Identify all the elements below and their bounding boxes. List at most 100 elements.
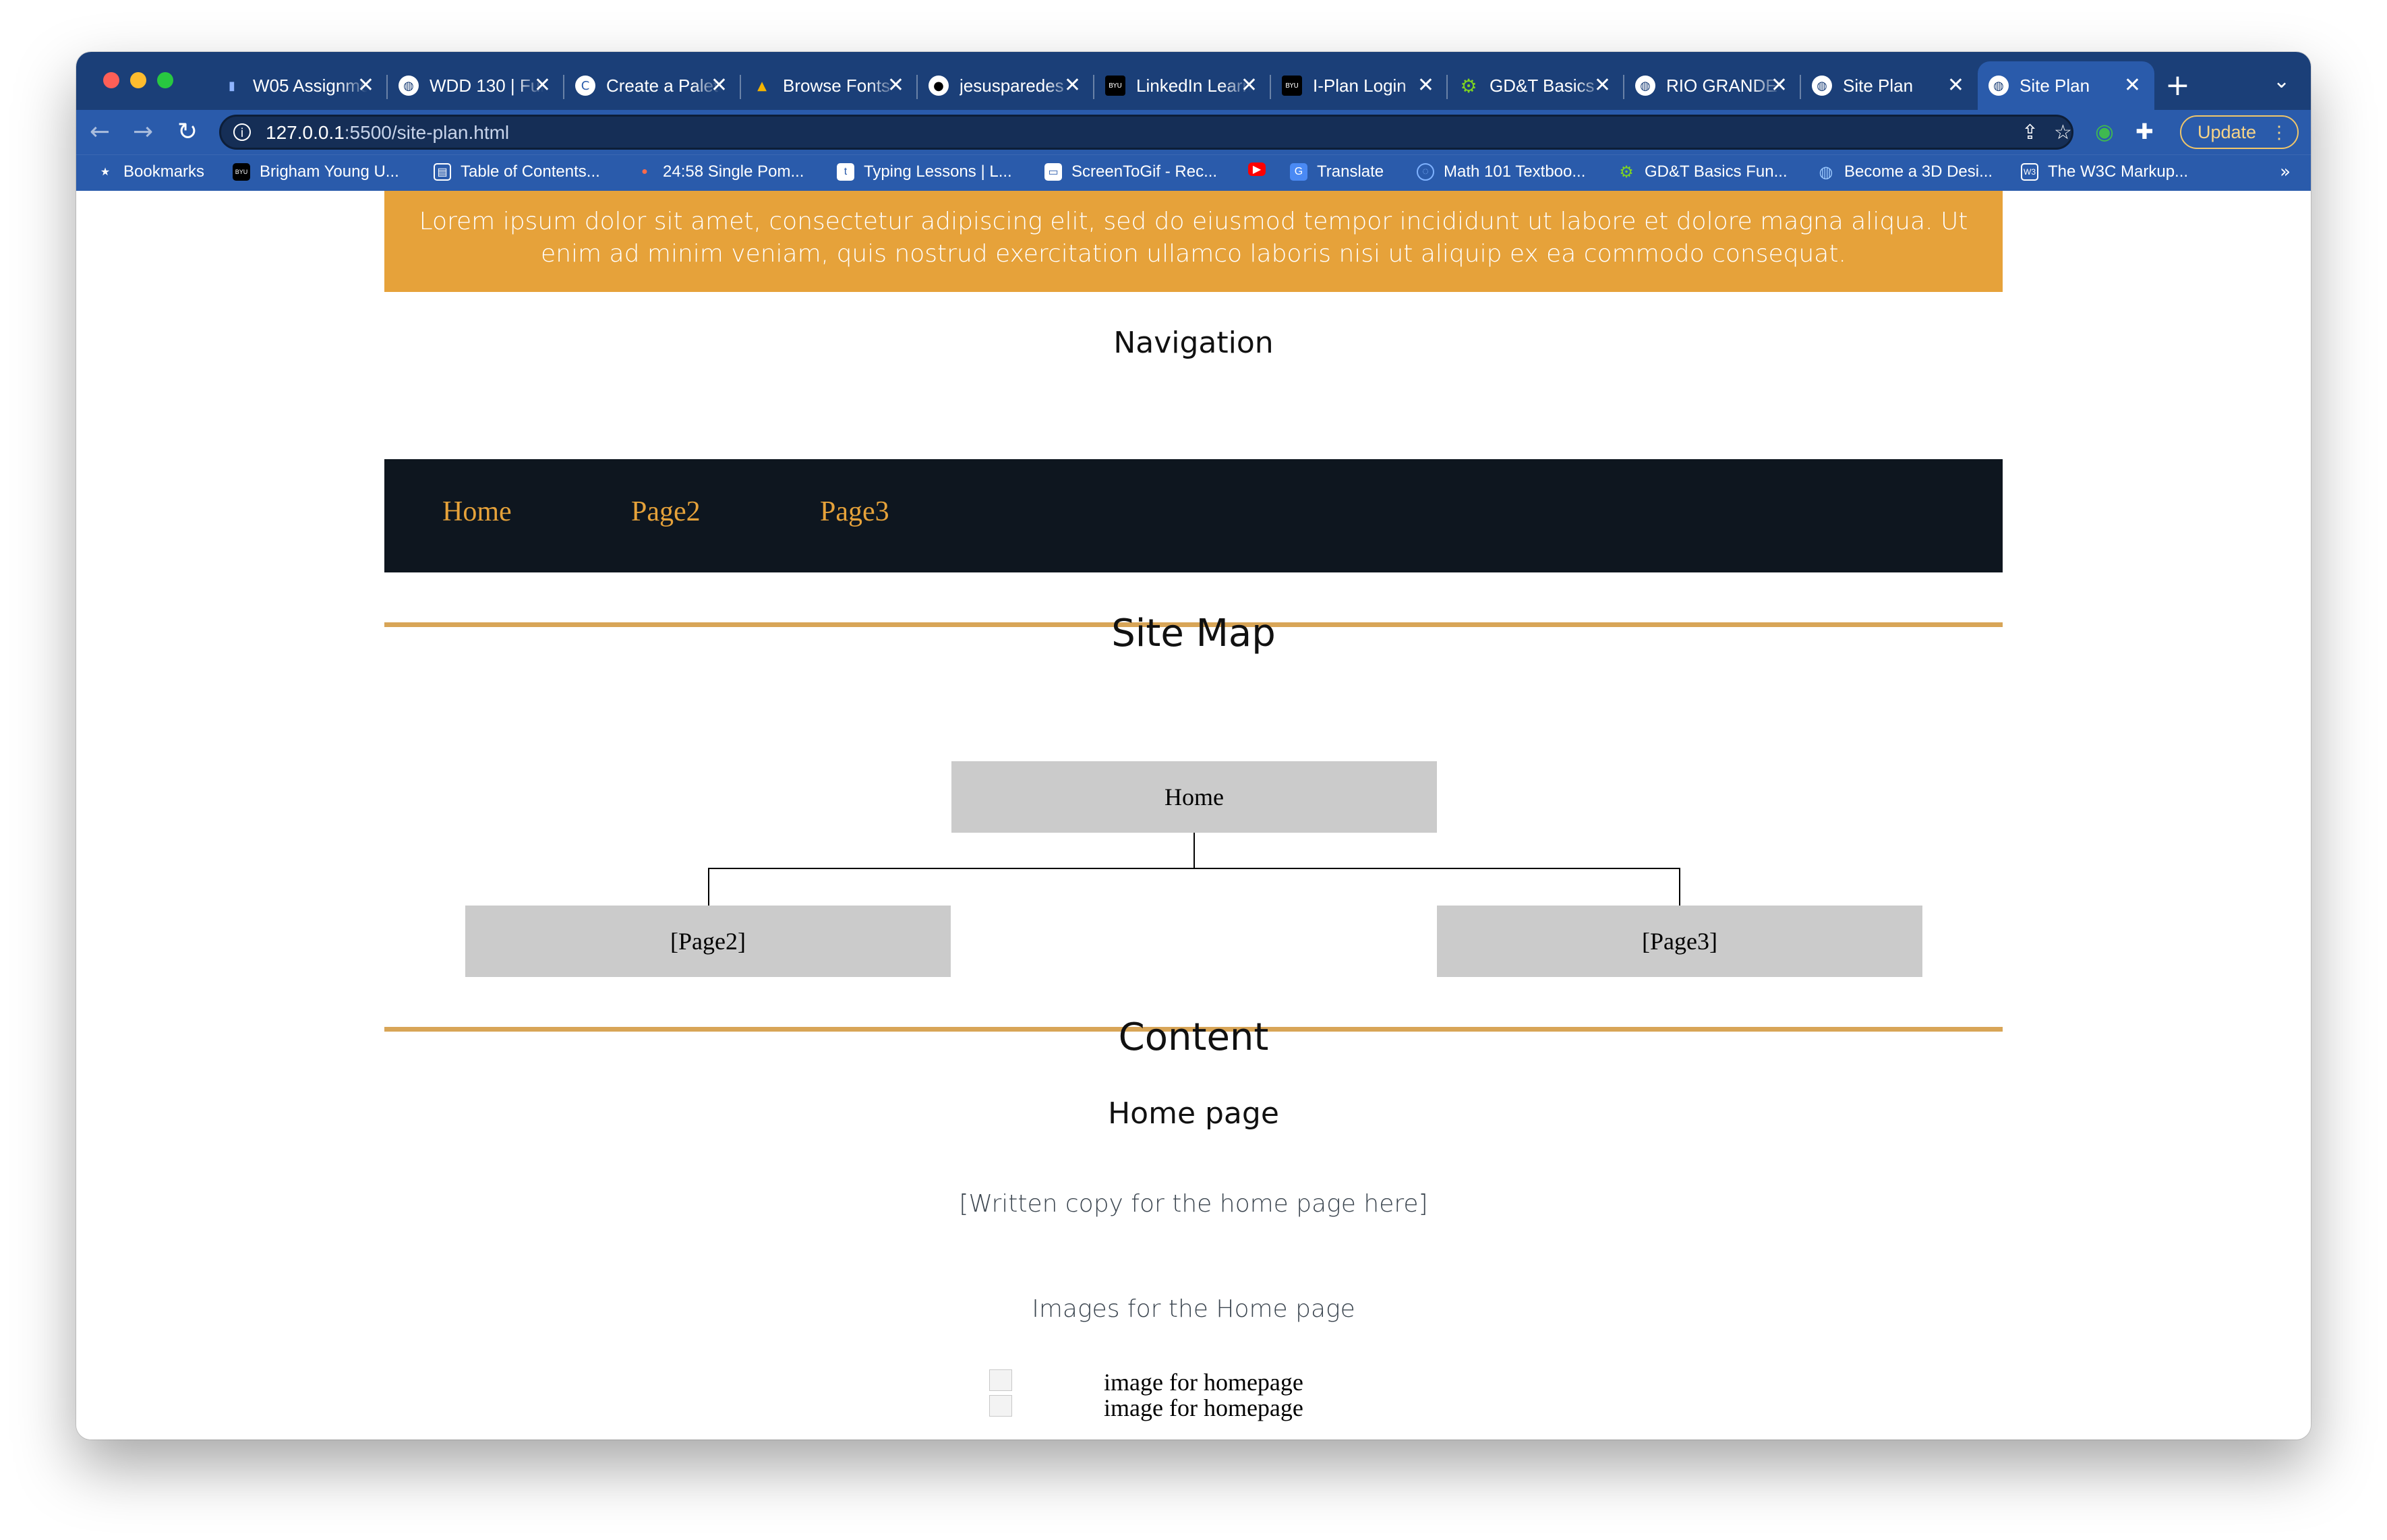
tab-iplan-login[interactable]: BYU I-Plan Login ✕: [1271, 61, 1448, 110]
sitemap-page2-box: [Page2]: [465, 906, 951, 977]
tab-title: LinkedIn Learning: [1136, 75, 1251, 96]
tab-title: Site Plan: [1843, 75, 1914, 96]
translate-icon: G: [1290, 163, 1307, 181]
tab-browse-fonts[interactable]: ▲ Browse Fonts ✕: [741, 61, 918, 110]
sitemap-page3-box: [Page3]: [1437, 906, 1922, 977]
minimize-window-button[interactable]: [130, 72, 146, 88]
sitemap-connector: [708, 868, 709, 906]
update-button[interactable]: Update ⋮: [2180, 115, 2299, 149]
extensions-icon[interactable]: ✚: [2135, 118, 2154, 145]
tab-title: Create a Palette: [606, 75, 721, 96]
tomato-icon: ●: [641, 166, 648, 177]
close-icon[interactable]: ✕: [357, 73, 374, 98]
bookmark-item[interactable]: ◌ Math 101 Textboo...: [1417, 162, 1585, 181]
browser-window: ▮ W05 Assignment ✕ ◍ WDD 130 | Fund ✕ C …: [76, 52, 2311, 1440]
close-icon[interactable]: ✕: [534, 73, 551, 98]
close-icon[interactable]: ✕: [1771, 73, 1788, 98]
grammarly-icon[interactable]: ◉: [2095, 118, 2114, 145]
tab-github[interactable]: ● jesusparedes ✕: [918, 61, 1094, 110]
tab-title: W05 Assignment: [253, 75, 367, 96]
byu-icon: BYU: [1282, 76, 1302, 96]
byu-icon: BYU: [1105, 76, 1125, 96]
back-button[interactable]: ←: [90, 115, 110, 149]
nav-link-page2[interactable]: Page2: [631, 496, 701, 528]
tab-create-palette[interactable]: C Create a Palette ✕: [564, 61, 741, 110]
github-icon: ●: [929, 76, 949, 96]
chart-icon: ▮: [229, 78, 235, 93]
bookmark-item[interactable]: ⚙ GD&T Basics Fun...: [1618, 162, 1787, 181]
bookmark-item[interactable]: t Typing Lessons | L...: [837, 162, 1012, 181]
close-icon[interactable]: ✕: [1241, 73, 1258, 98]
address-bar[interactable]: i 127.0.0.1:5500/site-plan.html ⇪ ☆: [219, 115, 2073, 150]
broken-image-icon: [989, 1395, 1012, 1417]
byu-icon: BYU: [233, 163, 250, 181]
home-page-heading: Home page: [1108, 1096, 1279, 1131]
nav-link-home[interactable]: Home: [442, 496, 512, 528]
tab-title: RIO GRANDE: [1666, 75, 1777, 96]
home-copy-placeholder: [Written copy for the home page here]: [959, 1190, 1428, 1218]
close-icon[interactable]: ✕: [887, 73, 904, 98]
circle-icon: ◌: [1417, 163, 1434, 181]
images-label: Images for the Home page: [1032, 1295, 1355, 1323]
maximize-window-button[interactable]: [157, 72, 173, 88]
coolors-icon: C: [575, 76, 595, 96]
bookmark-item[interactable]: ▤ Table of Contents...: [434, 162, 600, 181]
close-icon[interactable]: ✕: [711, 73, 728, 98]
close-icon[interactable]: ✕: [1064, 73, 1081, 98]
url-text[interactable]: 127.0.0.1:5500/site-plan.html: [266, 122, 509, 144]
typing-icon: t: [837, 163, 854, 181]
close-icon[interactable]: ✕: [1947, 73, 1964, 98]
close-window-button[interactable]: [103, 72, 119, 88]
globe-icon: ◍: [1812, 76, 1832, 96]
forward-button[interactable]: →: [133, 115, 153, 149]
bookmark-item[interactable]: W3 The W3C Markup...: [2021, 162, 2188, 181]
youtube-icon: ▶: [1248, 162, 1266, 176]
reload-button[interactable]: ↻: [177, 115, 198, 149]
share-icon[interactable]: ⇪: [2022, 121, 2038, 144]
navigation-heading: Navigation: [1113, 326, 1274, 360]
sitemap-connector: [1194, 833, 1195, 869]
content-heading: Content: [1118, 1015, 1269, 1059]
tab-site-plan[interactable]: ◍ Site Plan ✕: [1801, 61, 1978, 110]
tab-site-plan-active[interactable]: ◍ Site Plan ✕: [1978, 61, 2154, 110]
bookmark-item[interactable]: BYU Brigham Young U...: [233, 162, 399, 181]
tab-rio-grande[interactable]: ◍ RIO GRANDE ✕: [1624, 61, 1801, 110]
nav-link-page3[interactable]: Page3: [820, 496, 889, 528]
globe-icon: ◍: [1819, 162, 1833, 181]
tab-wdd130[interactable]: ◍ WDD 130 | Fund ✕: [388, 61, 564, 110]
gear-icon: ⚙: [1460, 74, 1477, 97]
more-bookmarks-icon[interactable]: »: [2280, 162, 2291, 182]
bookmark-item[interactable]: ● 24:58 Single Pom...: [636, 162, 804, 181]
tab-w05-assignment[interactable]: ▮ W05 Assignment ✕: [211, 61, 388, 110]
nav-bar: Home Page2 Page3: [384, 459, 2003, 572]
globe-icon: ◍: [399, 76, 419, 96]
bookmarks-button[interactable]: ★ Bookmarks: [96, 162, 204, 181]
chevron-down-icon[interactable]: ⌄: [2273, 69, 2290, 93]
tab-strip: ▮ W05 Assignment ✕ ◍ WDD 130 | Fund ✕ C …: [76, 52, 2311, 110]
image-alt-text: image for homepage: [1104, 1394, 1303, 1421]
browser-toolbar: ← → ↻ i 127.0.0.1:5500/site-plan.html ⇪ …: [76, 110, 2311, 154]
bookmark-item[interactable]: ◍ Become a 3D Desi...: [1817, 162, 1993, 181]
lorem-banner: Lorem ipsum dolor sit amet, consectetur …: [384, 191, 2003, 292]
new-tab-button[interactable]: +: [2165, 65, 2190, 106]
w3c-icon: W3: [2021, 163, 2038, 181]
close-icon[interactable]: ✕: [1594, 73, 1611, 98]
sitemap-home-box: Home: [951, 761, 1437, 833]
close-icon[interactable]: ✕: [1417, 73, 1434, 98]
bookmark-star-icon[interactable]: ☆: [2054, 121, 2072, 144]
bookmark-item[interactable]: G Translate: [1290, 162, 1384, 181]
image-alt-text: image for homepage: [1104, 1369, 1303, 1396]
tab-title: I-Plan Login: [1313, 75, 1407, 96]
page-viewport: Lorem ipsum dolor sit amet, consectetur …: [76, 191, 2311, 1440]
site-info-icon[interactable]: i: [233, 123, 251, 141]
bookmark-item[interactable]: ▶: [1248, 162, 1275, 176]
sitemap-connector: [1679, 868, 1680, 906]
bookmark-item[interactable]: ▭ ScreenToGif - Rec...: [1044, 162, 1217, 181]
tab-linkedin-learning[interactable]: BYU LinkedIn Learning ✕: [1094, 61, 1271, 110]
globe-icon: ◍: [1635, 76, 1655, 96]
tab-title: jesusparedes: [960, 75, 1064, 96]
tab-gdt-basics[interactable]: ⚙ GD&T Basics ✕: [1448, 61, 1624, 110]
close-icon[interactable]: ✕: [2124, 73, 2141, 98]
bookmarks-bar: ★ Bookmarks BYU Brigham Young U... ▤ Table …: [76, 154, 2311, 191]
tab-title: Browse Fonts: [783, 75, 890, 96]
